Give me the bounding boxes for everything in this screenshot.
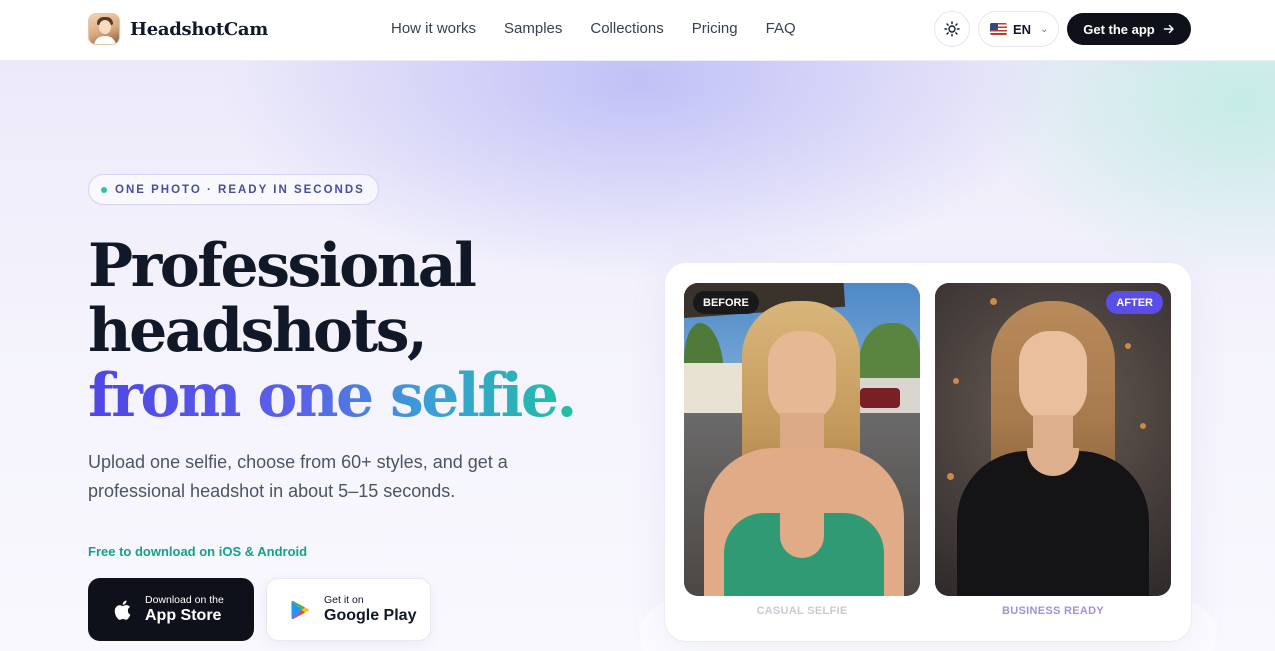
sun-icon (944, 21, 960, 37)
language-selector[interactable]: EN ⌄ (978, 11, 1059, 47)
arrow-right-icon (1163, 24, 1174, 34)
hero-badge: ONE PHOTO · READY IN SECONDS (88, 174, 379, 205)
google-play-icon (291, 600, 309, 619)
after-tag: AFTER (1106, 291, 1163, 314)
brand-name: HeadshotCam (130, 18, 268, 40)
free-download-note: Free to download on iOS & Android (88, 544, 308, 559)
main-nav: How it works Samples Collections Pricing… (391, 20, 796, 37)
hero-subtitle: Upload one selfie, choose from 60+ style… (88, 452, 508, 501)
hero-headline: Professional headshots, from one selfie. (88, 231, 577, 431)
theme-toggle-button[interactable] (934, 11, 970, 47)
logo-avatar-icon (88, 13, 120, 45)
site-header: HeadshotCam How it works Samples Collect… (0, 0, 1275, 61)
badge-text: ONE PHOTO · READY IN SECONDS (115, 183, 365, 196)
nav-samples[interactable]: Samples (504, 20, 562, 37)
badge-dot (101, 186, 107, 193)
get-the-app-button[interactable]: Get the app (1067, 13, 1191, 45)
before-tag: BEFORE (693, 291, 759, 314)
apple-icon (114, 600, 131, 620)
headline-line-2: headshots, (88, 296, 428, 366)
app-store-button[interactable]: Download on the App Store (88, 578, 254, 641)
headline-line-3-gradient: from one selfie. (88, 361, 577, 431)
google-play-button[interactable]: Get it on Google Play (266, 578, 431, 641)
after-caption: BUSINESS READY (1002, 605, 1104, 617)
get-the-app-label: Get the app (1083, 21, 1155, 37)
app-store-small-label: Download on the (145, 593, 224, 606)
google-play-label: Google Play (324, 606, 417, 624)
app-store-label: App Store (145, 606, 222, 624)
nav-faq[interactable]: FAQ (766, 20, 796, 37)
before-photo: BEFORE (684, 283, 920, 596)
headline-line-1: Professional (88, 231, 477, 301)
google-play-small-label: Get it on (324, 593, 364, 606)
chevron-down-icon: ⌄ (1040, 23, 1049, 35)
nav-how-it-works[interactable]: How it works (391, 20, 476, 37)
before-caption: CASUAL SELFIE (756, 605, 848, 617)
language-code: EN (1013, 21, 1032, 37)
after-photo: AFTER (935, 283, 1171, 596)
nav-collections[interactable]: Collections (590, 20, 663, 37)
brand-logo[interactable]: HeadshotCam (88, 13, 268, 45)
us-flag-icon (990, 23, 1007, 35)
nav-pricing[interactable]: Pricing (692, 20, 738, 37)
